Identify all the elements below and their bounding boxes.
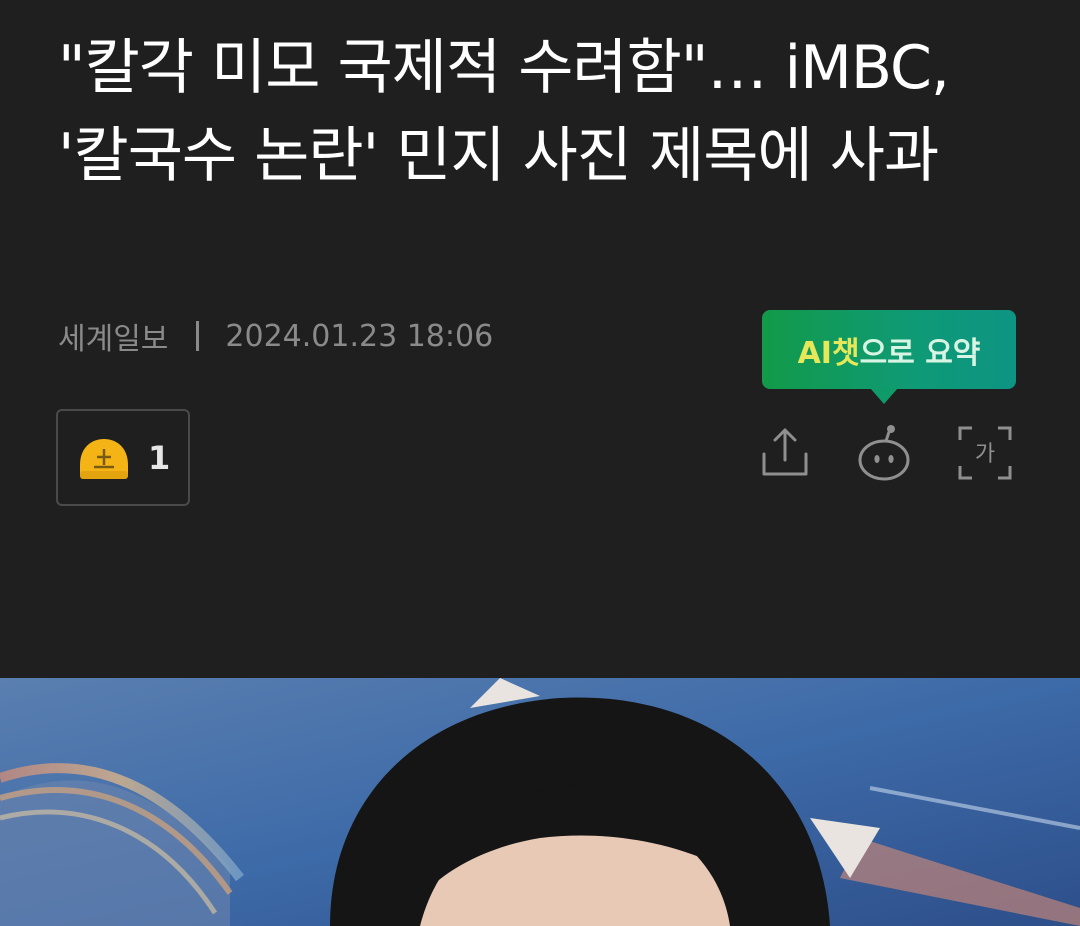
font-size-icon[interactable]: 가 <box>956 424 1014 482</box>
ai-summary-label: 으로 요약 <box>859 335 981 371</box>
smiley-helmet-icon <box>80 438 128 479</box>
ai-summary-button[interactable]: AI챗 으로 요약 <box>762 310 1016 389</box>
article-datetime: 2024.01.23 18:06 <box>225 318 494 354</box>
font-size-glyph: 가 <box>975 442 995 467</box>
reaction-count: 1 <box>148 438 171 477</box>
reaction-button[interactable]: 1 <box>56 409 190 506</box>
article-photo-image <box>0 678 1080 926</box>
article-meta: 세계일보 2024.01.23 18:06 <box>58 314 493 358</box>
article-photo[interactable] <box>0 678 1080 926</box>
article-page: "칼각 미모 국제적 수려함"… iMBC, '칼국수 논란' 민지 사진 제목… <box>0 0 1080 926</box>
ai-bubble-tail <box>870 388 898 404</box>
ai-chat-bot-icon[interactable] <box>856 424 914 482</box>
share-icon[interactable] <box>756 424 814 482</box>
article-source[interactable]: 세계일보 <box>58 314 168 358</box>
meta-divider <box>196 321 200 351</box>
article-title: "칼각 미모 국제적 수려함"… iMBC, '칼국수 논란' 민지 사진 제목… <box>58 33 950 191</box>
ai-summary-label-highlight: AI챗 <box>797 335 860 371</box>
